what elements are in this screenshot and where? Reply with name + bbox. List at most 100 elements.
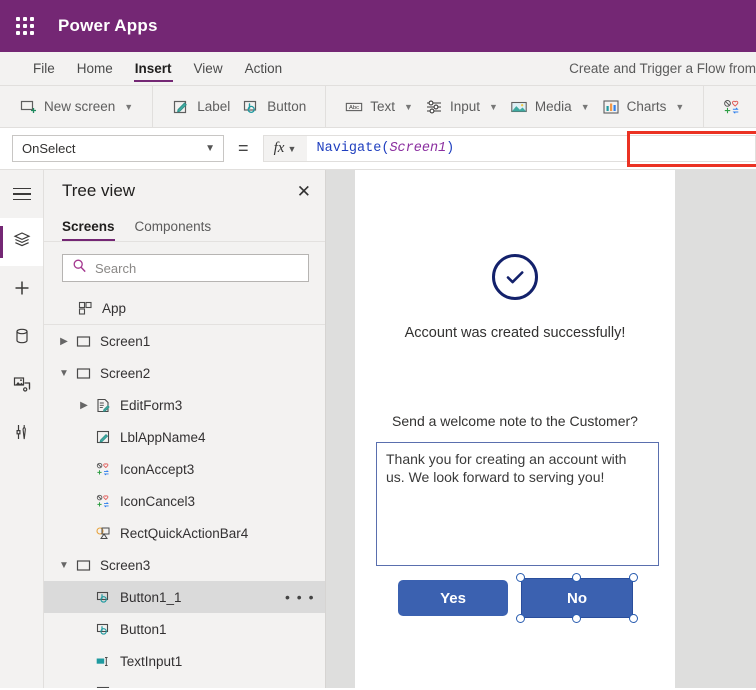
fx-label: fx [273,140,285,156]
new-screen-button[interactable]: New screen ▼ [13,86,139,127]
app-icon [74,301,96,316]
input-menu-button[interactable]: Input ▼ [419,86,504,127]
hamburger-icon [12,187,31,201]
tab-components[interactable]: Components [135,212,212,241]
tools-icon [12,422,32,447]
tree-item-app[interactable]: App [44,292,325,324]
no-button[interactable]: No [521,578,633,618]
tree-item-editform3[interactable]: ▶ EditForm3 [44,389,325,421]
tab-screens[interactable]: Screens [62,212,115,241]
chevron-down-icon[interactable]: ▼ [56,368,72,379]
tree-item-label: App [102,300,127,316]
tree-item-label: TextInput1 [120,653,183,669]
chevron-right-icon[interactable]: ▶ [76,400,92,411]
app-launcher-icon[interactable] [14,15,36,37]
formula-token-close-paren: ) [446,141,455,156]
welcome-note-question: Send a welcome note to the Customer? [392,413,638,429]
formula-bar: OnSelect ▼ = fx ▼ Navigate ( Screen1 ) [0,128,756,170]
media-menu-button[interactable]: Media ▼ [504,86,596,127]
tree-item-screen1[interactable]: ▶ Screen1 [44,325,325,357]
button-button-label: Button [267,99,307,114]
text-menu-button[interactable]: Abc Text ▼ [339,86,419,127]
app-canvas-area: Account was created successfully! Send a… [326,170,756,688]
tree-item-iconaccept3[interactable]: IconAccept3 [44,453,325,485]
tree-item-rectquickactionbar4[interactable]: RectQuickActionBar4 [44,517,325,549]
rail-item-advanced[interactable] [0,410,43,458]
rail-item-data[interactable] [0,314,43,362]
menu-toggle-button[interactable] [0,170,43,218]
more-options-icon[interactable]: • • • [285,589,315,605]
menu-item-action[interactable]: Action [234,52,294,85]
rail-item-tree-view[interactable] [0,218,43,266]
resize-handle-bottom-center[interactable] [572,614,581,623]
search-icon [72,258,87,278]
welcome-note-textarea[interactable]: Thank you for creating an account with u… [376,442,659,566]
yes-button[interactable]: Yes [398,580,508,616]
resize-handle-top-left[interactable] [516,573,525,582]
tree-item-textinput1[interactable]: TextInput1 [44,645,325,677]
tree-item-label: Screen1 [100,333,151,349]
property-select-value: OnSelect [22,141,76,156]
icons-gallery-button[interactable] [717,86,747,127]
charts-menu-button[interactable]: Charts ▼ [596,86,691,127]
resize-handle-bottom-right[interactable] [629,614,638,623]
chevron-down-icon: ▼ [489,101,498,112]
close-icon[interactable]: ✕ [297,183,311,200]
insert-ribbon: New screen ▼ Label Button Abc Text ▼ Inp… [0,86,756,128]
app-screen-preview[interactable]: Account was created successfully! Send a… [355,170,675,688]
menu-item-view[interactable]: View [183,52,234,85]
tree-item-iconcancel3[interactable]: IconCancel3 [44,485,325,517]
label-button[interactable]: Label [166,86,236,127]
formula-input[interactable]: Navigate ( Screen1 ) [306,135,756,162]
app-top-bar: Power Apps [0,0,756,52]
formula-token-open-paren: ( [381,141,390,156]
tree-item-label2[interactable]: Label2 [44,677,325,688]
ribbon-group-screens: New screen ▼ [0,86,154,127]
tree-item-screen3[interactable]: ▼ Screen3 [44,549,325,581]
tree-item-button1[interactable]: Button1 [44,613,325,645]
tree-view-title: Tree view [62,181,136,200]
chevron-right-icon[interactable]: ▶ [56,336,72,347]
menu-item-insert[interactable]: Insert [124,52,183,85]
resize-handle-top-center[interactable] [572,573,581,582]
screen-icon [72,366,94,381]
formula-token-argument: Screen1 [389,141,447,156]
no-button-selection: No [516,573,638,623]
rail-item-media[interactable] [0,362,43,410]
button-icon [242,98,260,116]
search-placeholder: Search [95,260,137,276]
button-button[interactable]: Button [236,86,312,127]
left-icon-rail [0,170,44,688]
menu-item-file[interactable]: File [22,52,66,85]
chevron-down-icon: ▼ [404,101,413,112]
chevron-down-icon[interactable]: ▼ [56,560,72,571]
search-input[interactable]: Search [62,254,309,282]
page-title: Power Apps [58,16,158,35]
button-icon [92,622,114,637]
ribbon-group-basic: Label Button [153,86,327,127]
tree-item-button1-1[interactable]: Button1_1 • • • [44,581,325,613]
tree-item-lblappname4[interactable]: LblAppName4 [44,421,325,453]
property-select[interactable]: OnSelect ▼ [12,135,224,162]
fx-button[interactable]: fx ▼ [262,135,307,162]
screen-icon [72,558,94,573]
tree-item-label: Button1_1 [120,589,182,605]
new-screen-icon [19,98,37,116]
icons-icon [92,462,114,477]
menu-item-home[interactable]: Home [66,52,124,85]
text-icon: Abc [345,98,363,116]
new-screen-label: New screen [44,99,116,114]
chevron-down-icon: ▼ [287,143,297,154]
equals-sign: = [238,138,249,158]
screen-icon [72,334,94,349]
tree-view-header: Tree view ✕ [44,170,325,212]
media-icon [12,374,32,399]
tree-item-screen2[interactable]: ▼ Screen2 [44,357,325,389]
chevron-down-icon: ▼ [580,101,590,112]
resize-handle-top-right[interactable] [629,573,638,582]
form-icon [92,398,114,413]
svg-text:Abc: Abc [349,105,359,111]
rail-item-insert[interactable] [0,266,43,314]
tree-item-label: EditForm3 [120,397,183,413]
resize-handle-bottom-left[interactable] [516,614,525,623]
